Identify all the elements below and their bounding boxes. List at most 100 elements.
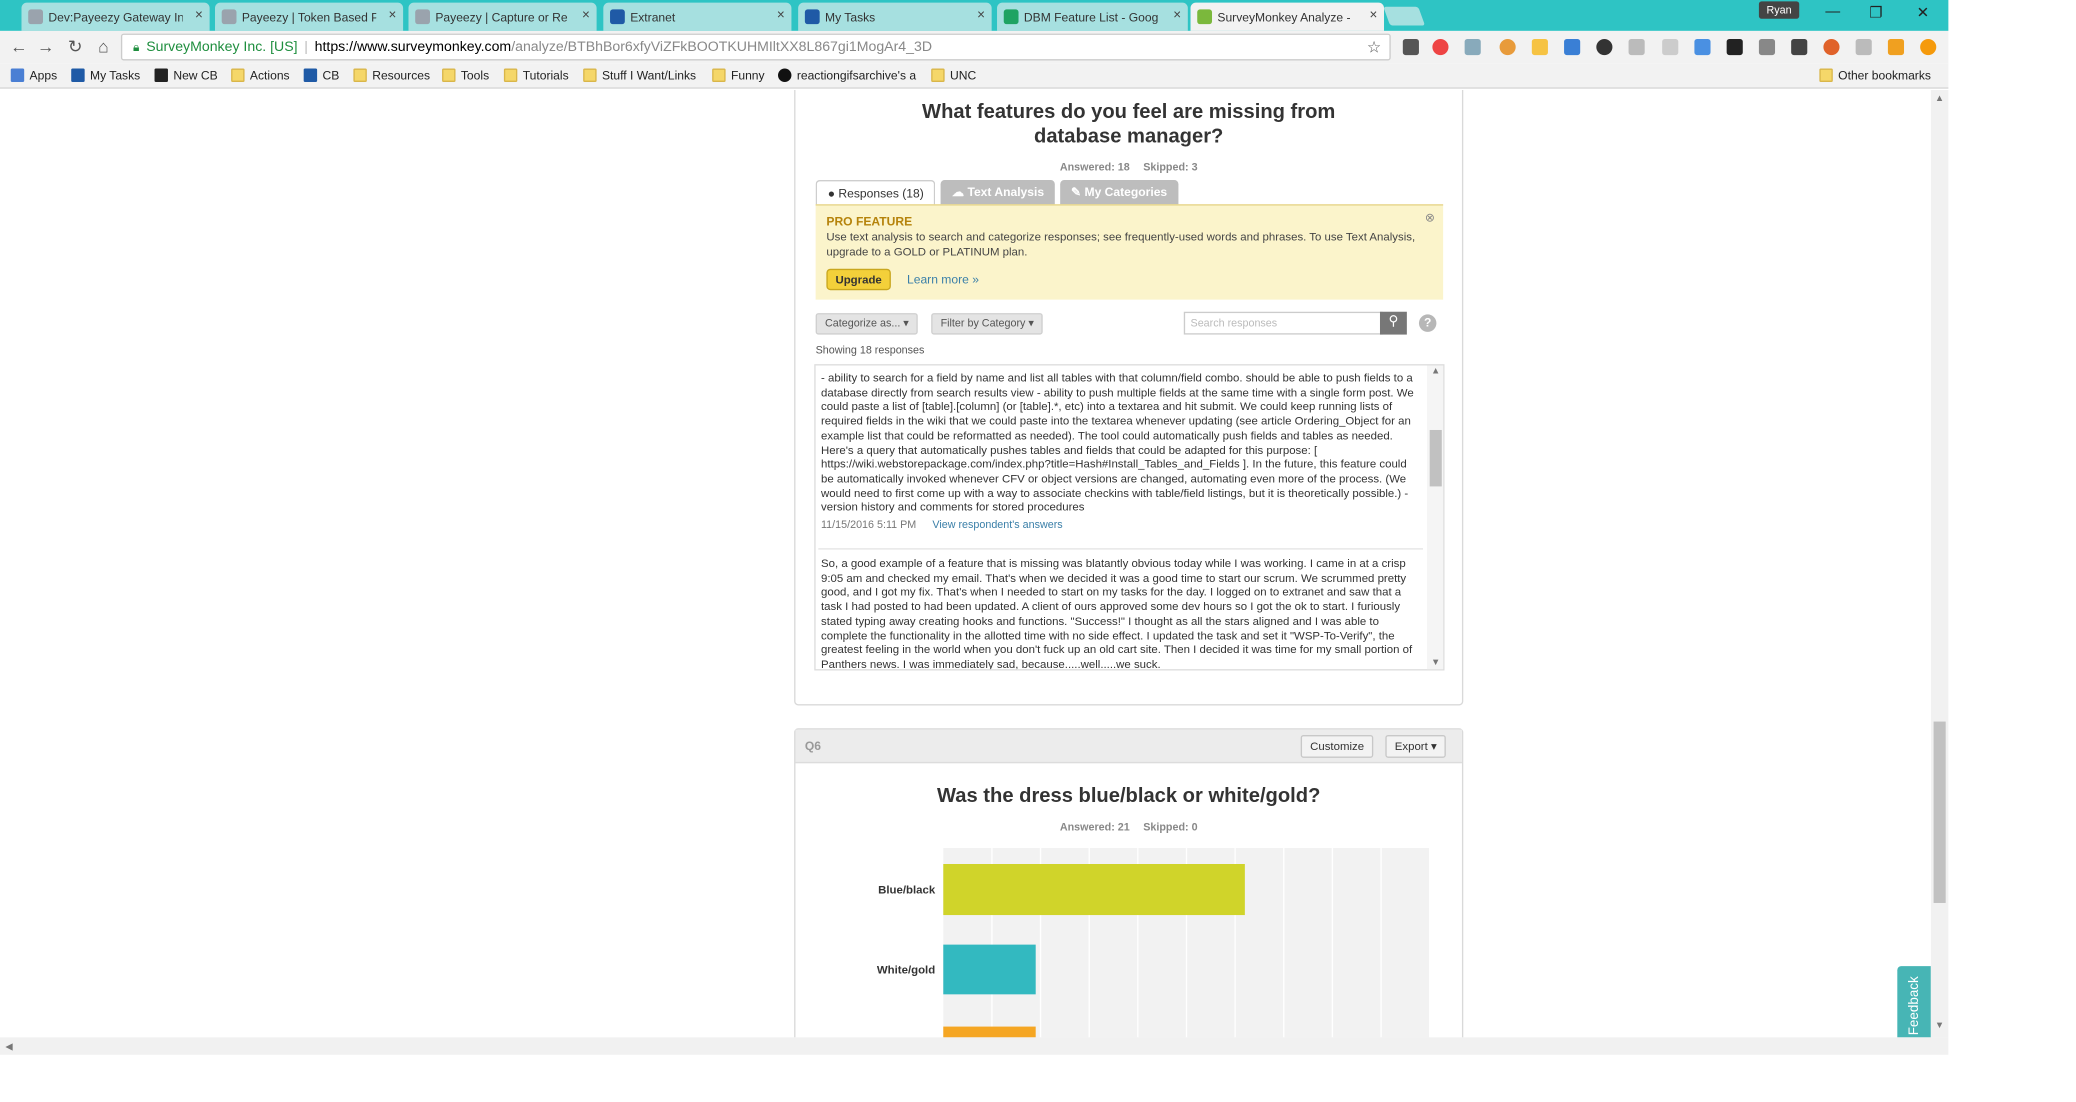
chart-bar-clipped[interactable] (943, 1026, 1036, 1038)
response-tabs: ● Responses (18) ☁ Text Analysis ✎ My Ca… (815, 180, 1184, 206)
profile-button[interactable]: Ryan (1758, 1, 1800, 19)
tab-surveymonkey[interactable]: SurveyMonkey Analyze - × (1190, 2, 1385, 31)
bookmark-apps[interactable]: Apps (10, 68, 57, 82)
close-icon[interactable]: × (582, 8, 590, 23)
extension-icon[interactable] (1920, 38, 1937, 56)
skipped-count: Skipped: 3 (1143, 161, 1198, 174)
categorize-dropdown[interactable]: Categorize as... ▾ (815, 313, 919, 335)
question-header: Q6 Customize Export ▾ (795, 729, 1462, 764)
chart-bar-white-gold[interactable] (943, 944, 1036, 995)
scroll-up-icon[interactable]: ▲ (1935, 94, 1944, 103)
bookmark-tools[interactable]: Tools (442, 68, 489, 82)
url-path: /analyze/BTBhBor6xfyViZFkBOOTKUHMIltXX8L… (511, 38, 933, 56)
extension-icon[interactable] (1564, 38, 1581, 56)
minimize-button[interactable]: — (1813, 4, 1853, 20)
scroll-up-icon[interactable]: ▲ (1431, 367, 1440, 376)
back-button[interactable]: ← (8, 36, 29, 57)
gear-icon[interactable] (1596, 38, 1613, 56)
site-identity[interactable]: SurveyMonkey Inc. [US] (146, 39, 297, 55)
search-input[interactable]: Search responses (1183, 311, 1383, 335)
tab-text-analysis[interactable]: ☁ Text Analysis (941, 180, 1055, 206)
extension-icon[interactable] (1628, 38, 1645, 56)
page-vertical-scrollbar[interactable]: ▲ ▼ (1930, 90, 1949, 1038)
bookmark-tutorials[interactable]: Tutorials (503, 68, 569, 82)
other-bookmarks[interactable]: Other bookmarks (1819, 68, 1931, 82)
close-icon[interactable]: × (389, 8, 397, 23)
bookmark-actions[interactable]: Actions (231, 68, 290, 82)
view-answers-link[interactable]: View respondent's answers (932, 519, 1062, 531)
extension-icon[interactable] (1662, 38, 1679, 56)
bookmark-stuff[interactable]: Stuff I Want/Links (583, 68, 696, 82)
folder-icon (503, 68, 518, 82)
bookmark-funny[interactable]: Funny (712, 68, 765, 82)
bird-icon (610, 9, 625, 25)
tab-extranet[interactable]: Extranet × (603, 2, 792, 31)
help-icon[interactable]: ? (1418, 314, 1437, 332)
forward-button[interactable]: → (35, 36, 56, 57)
scroll-down-icon[interactable]: ▼ (1431, 658, 1440, 667)
page-horizontal-scrollbar[interactable]: ◀ (0, 1037, 1949, 1055)
upgrade-button[interactable]: Upgrade (826, 268, 891, 291)
export-button[interactable]: Export ▾ (1385, 735, 1447, 758)
extension-icon[interactable] (1855, 38, 1872, 56)
filter-category-dropdown[interactable]: Filter by Category ▾ (931, 313, 1044, 335)
apps-grid-icon (10, 68, 25, 82)
bookmark-unc[interactable]: UNC (931, 68, 976, 82)
bookmark-star-icon[interactable]: ☆ (1367, 38, 1381, 57)
tab-dbm-feature-list[interactable]: DBM Feature List - Goog × (997, 2, 1188, 31)
customize-button[interactable]: Customize (1300, 735, 1374, 758)
responses-list[interactable]: - ability to search for a field by name … (814, 364, 1445, 671)
close-icon[interactable]: × (1369, 8, 1377, 23)
tab-payeezy-token[interactable]: Payeezy | Token Based Pa × (214, 2, 404, 31)
close-icon[interactable]: ⊗ (1425, 211, 1435, 226)
reload-button[interactable]: ↻ (64, 36, 85, 57)
question-number: Q6 (804, 739, 822, 753)
extension-icon[interactable] (1791, 38, 1808, 56)
bird-icon (804, 9, 820, 25)
extension-icon[interactable] (1464, 38, 1481, 56)
cb-icon (154, 68, 168, 82)
bookmark-resources[interactable]: Resources (353, 68, 430, 82)
tab-payeezy-gateway[interactable]: Dev:Payeezy Gateway Int × (21, 2, 210, 31)
tab-my-categories[interactable]: ✎ My Categories (1060, 180, 1178, 206)
extension-icon[interactable] (1823, 38, 1840, 56)
scroll-thumb[interactable] (1429, 429, 1442, 487)
question-card-q5: What features do you feel are missing fr… (794, 90, 1464, 706)
site-icon (778, 68, 792, 82)
scroll-left-icon[interactable]: ◀ (5, 1041, 12, 1052)
extension-icon[interactable] (1887, 38, 1905, 56)
close-icon[interactable]: × (1173, 8, 1181, 23)
tab-payeezy-capture[interactable]: Payeezy | Capture or Re × (408, 2, 597, 31)
extension-icon[interactable] (1694, 38, 1711, 56)
chart-bar-blue-black[interactable] (943, 863, 1245, 916)
new-tab-button[interactable] (1383, 6, 1426, 26)
close-icon[interactable]: × (977, 8, 985, 23)
pocket-icon[interactable] (1402, 38, 1419, 56)
scroll-thumb[interactable] (1933, 721, 1946, 903)
learn-more-link[interactable]: Learn more » (907, 273, 979, 288)
bookmark-new-cb[interactable]: New CB (154, 68, 218, 82)
responses-scrollbar[interactable]: ▲ ▼ (1427, 365, 1444, 670)
close-window-button[interactable]: ✕ (1903, 4, 1943, 21)
close-icon[interactable]: × (777, 8, 785, 23)
extension-icon[interactable] (1499, 38, 1516, 56)
drive-icon[interactable] (1531, 38, 1548, 56)
extension-icon[interactable] (1758, 38, 1776, 56)
bookmark-reactiongifs[interactable]: reactiongifsarchive's a (778, 68, 916, 82)
glasses-icon[interactable] (1726, 38, 1743, 56)
maximize-button[interactable]: ❐ (1856, 4, 1896, 21)
scroll-down-icon[interactable]: ▼ (1935, 1021, 1944, 1030)
folder-icon (931, 68, 945, 82)
question-stats: Answered: 18 Skipped: 3 (795, 161, 1461, 173)
home-button[interactable]: ⌂ (93, 36, 114, 57)
tab-responses[interactable]: ● Responses (18) (815, 180, 936, 206)
search-icon[interactable]: ⚲ (1379, 311, 1407, 335)
page-icon (415, 9, 430, 25)
bookmark-my-tasks[interactable]: My Tasks (71, 68, 140, 82)
feedback-button[interactable]: Feedback (1897, 966, 1931, 1038)
tab-my-tasks[interactable]: My Tasks × (798, 2, 992, 31)
extension-icon[interactable] (1432, 38, 1449, 56)
address-bar[interactable]: 🔒︎ SurveyMonkey Inc. [US] | https://www.… (120, 33, 1391, 61)
close-icon[interactable]: × (195, 8, 203, 23)
bookmark-cb[interactable]: CB (303, 68, 339, 82)
